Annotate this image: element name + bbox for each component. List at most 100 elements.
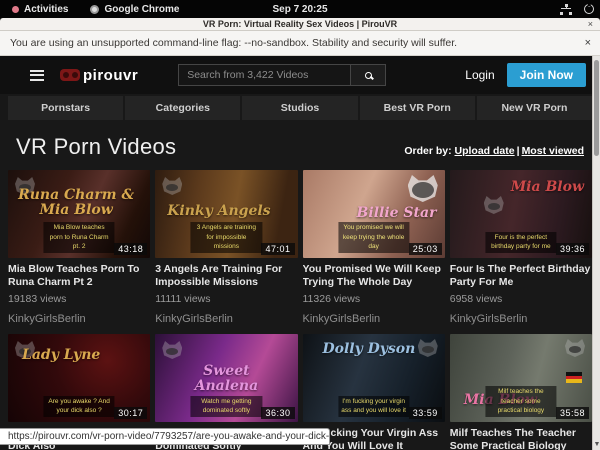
main-nav: Pornstars Categories Studios Best VR Por… bbox=[8, 96, 592, 120]
video-title[interactable]: Milf Teaches The Teacher Some Practical … bbox=[450, 427, 592, 450]
nav-item-new-vr-porn[interactable]: New VR Porn bbox=[477, 96, 592, 120]
video-duration: 47:01 bbox=[261, 243, 294, 255]
tab-close-icon[interactable]: × bbox=[588, 20, 593, 29]
warning-close-icon[interactable]: × bbox=[585, 37, 591, 49]
video-duration: 25:03 bbox=[409, 243, 442, 255]
site-logo-text: pirouvr bbox=[83, 67, 138, 84]
video-thumbnail[interactable]: Mia Blow Four is the perfect birthday pa… bbox=[450, 170, 592, 258]
nav-item-studios[interactable]: Studios bbox=[242, 96, 357, 120]
video-title[interactable]: You Promised We Will Keep Trying The Who… bbox=[303, 263, 445, 289]
join-now-button[interactable]: Join Now bbox=[507, 63, 586, 87]
thumbnail-overlay-name: Lady Lyne bbox=[22, 348, 100, 363]
order-by-label: Order by: bbox=[404, 145, 451, 157]
video-views: 19183 views bbox=[8, 293, 150, 305]
order-by-upload-date-link[interactable]: Upload date bbox=[455, 145, 515, 157]
studio-logo-icon bbox=[484, 196, 504, 214]
video-thumbnail[interactable]: Mia Blow Milf teaches the teacher some p… bbox=[450, 334, 592, 422]
tab-title: VR Porn: Virtual Reality Sex Videos | Pi… bbox=[203, 19, 397, 29]
search-icon bbox=[365, 72, 372, 79]
activities-label: Activities bbox=[24, 4, 68, 15]
thumbnail-overlay-name: Dolly Dyson bbox=[323, 342, 416, 357]
video-title[interactable]: Four Is The Perfect Birthday Party For M… bbox=[450, 263, 592, 289]
studio-logo-icon bbox=[408, 175, 438, 202]
video-duration: 35:58 bbox=[556, 407, 589, 419]
scrollbar-thumb[interactable] bbox=[594, 60, 599, 156]
thumbnail-overlay-name: Billie Star bbox=[357, 206, 437, 221]
page-scrollbar[interactable]: ▼ bbox=[592, 56, 600, 450]
activities-button[interactable]: Activities bbox=[8, 4, 72, 15]
studio-logo-icon bbox=[162, 177, 182, 195]
chrome-icon bbox=[90, 5, 99, 14]
video-card[interactable]: Runa Charm & Mia Blow Mia Blow teaches p… bbox=[8, 170, 150, 325]
page-content: pirouvr Login Join Now Pornstars Categor… bbox=[0, 56, 600, 450]
video-duration: 33:59 bbox=[409, 407, 442, 419]
studio-logo-icon bbox=[565, 339, 585, 357]
video-studio-link[interactable]: KinkyGirlsBerlin bbox=[450, 313, 592, 325]
hamburger-menu-icon[interactable] bbox=[30, 70, 44, 81]
video-thumbnail[interactable]: Lady Lyne Are you awake ? And your dick … bbox=[8, 334, 150, 422]
studio-logo-icon bbox=[162, 341, 182, 359]
thumbnail-caption: I'm fucking your virgin ass and you will… bbox=[338, 396, 409, 418]
vr-headset-icon bbox=[60, 69, 80, 81]
thumbnail-caption: Milf teaches the teacher some practical … bbox=[485, 386, 556, 417]
search-button[interactable] bbox=[350, 64, 386, 86]
site-header: pirouvr Login Join Now bbox=[0, 56, 600, 94]
video-thumbnail[interactable]: Runa Charm & Mia Blow Mia Blow teaches p… bbox=[8, 170, 150, 258]
video-duration: 30:17 bbox=[114, 407, 147, 419]
power-icon[interactable] bbox=[584, 4, 594, 14]
video-thumbnail[interactable]: Dolly Dyson I'm fucking your virgin ass … bbox=[303, 334, 445, 422]
thumbnail-overlay-name: Runa Charm & Mia Blow bbox=[8, 188, 144, 217]
video-duration: 43:18 bbox=[114, 243, 147, 255]
nav-item-categories[interactable]: Categories bbox=[125, 96, 240, 120]
site-logo[interactable]: pirouvr bbox=[60, 67, 138, 84]
nav-item-pornstars[interactable]: Pornstars bbox=[8, 96, 123, 120]
order-by: Order by: Upload date|Most viewed bbox=[404, 145, 584, 160]
video-studio-link[interactable]: KinkyGirlsBerlin bbox=[155, 313, 297, 325]
order-by-separator: | bbox=[517, 145, 520, 157]
page-title: VR Porn Videos bbox=[16, 134, 176, 160]
search-input[interactable] bbox=[178, 64, 350, 86]
video-card[interactable]: Mia Blow Milf teaches the teacher some p… bbox=[450, 334, 592, 450]
video-studio-link[interactable]: KinkyGirlsBerlin bbox=[303, 313, 445, 325]
german-flag-icon bbox=[566, 372, 582, 383]
video-duration: 39:36 bbox=[556, 243, 589, 255]
thumbnail-caption: 3 Angels are training for impossible mis… bbox=[191, 222, 262, 253]
app-menu-label: Google Chrome bbox=[104, 4, 179, 15]
thumbnail-caption: You promised we will keep trying the who… bbox=[338, 222, 409, 253]
thumbnail-caption: Four is the perfect birthday party for m… bbox=[485, 232, 556, 254]
video-card[interactable]: Billie Star You promised we will keep tr… bbox=[303, 170, 445, 325]
notification-dot-icon bbox=[12, 6, 19, 13]
video-title[interactable]: Mia Blow Teaches Porn To Runa Charm Pt 2 bbox=[8, 263, 150, 289]
video-views: 11326 views bbox=[303, 293, 445, 305]
login-link[interactable]: Login bbox=[465, 68, 494, 82]
order-by-most-viewed-link[interactable]: Most viewed bbox=[522, 145, 584, 157]
video-grid: Runa Charm & Mia Blow Mia Blow teaches p… bbox=[0, 170, 600, 450]
browser-tab-bar: VR Porn: Virtual Reality Sex Videos | Pi… bbox=[0, 18, 600, 31]
app-menu-button[interactable]: Google Chrome bbox=[86, 4, 183, 15]
video-views: 6958 views bbox=[450, 293, 592, 305]
video-thumbnail[interactable]: Billie Star You promised we will keep tr… bbox=[303, 170, 445, 258]
video-thumbnail[interactable]: Sweet Analena Watch me getting dominated… bbox=[155, 334, 297, 422]
warning-message: You are using an unsupported command-lin… bbox=[0, 37, 457, 49]
studio-logo-icon bbox=[418, 339, 438, 357]
video-title[interactable]: 3 Angels Are Training For Impossible Mis… bbox=[155, 263, 297, 289]
video-duration: 36:30 bbox=[261, 407, 294, 419]
clock[interactable]: Sep 7 20:25 bbox=[272, 4, 327, 15]
video-thumbnail[interactable]: Kinky Angels 3 Angels are training for i… bbox=[155, 170, 297, 258]
video-views: 11111 views bbox=[155, 293, 297, 305]
thumbnail-caption: Are you awake ? And your dick also ? bbox=[44, 396, 115, 418]
nav-item-best-vr-porn[interactable]: Best VR Porn bbox=[360, 96, 475, 120]
warning-infobar: You are using an unsupported command-lin… bbox=[0, 31, 600, 56]
system-top-bar: Activities Google Chrome Sep 7 20:25 bbox=[0, 0, 600, 18]
video-card[interactable]: Kinky Angels 3 Angels are training for i… bbox=[155, 170, 297, 325]
thumbnail-overlay-name: Mia Blow bbox=[511, 180, 584, 195]
thumbnail-overlay-name: Sweet Analena bbox=[191, 364, 262, 393]
scrollbar-down-arrow-icon[interactable]: ▼ bbox=[593, 441, 600, 448]
search-bar bbox=[178, 64, 386, 86]
video-card[interactable]: Mia Blow Four is the perfect birthday pa… bbox=[450, 170, 592, 325]
thumbnail-overlay-name: Kinky Angels bbox=[167, 204, 270, 219]
video-studio-link[interactable]: KinkyGirlsBerlin bbox=[8, 313, 150, 325]
thumbnail-caption: Mia Blow teaches porn to Runa Charm pt. … bbox=[44, 222, 115, 253]
thumbnail-caption: Watch me getting dominated softly bbox=[191, 396, 262, 418]
network-icon[interactable] bbox=[560, 4, 572, 15]
